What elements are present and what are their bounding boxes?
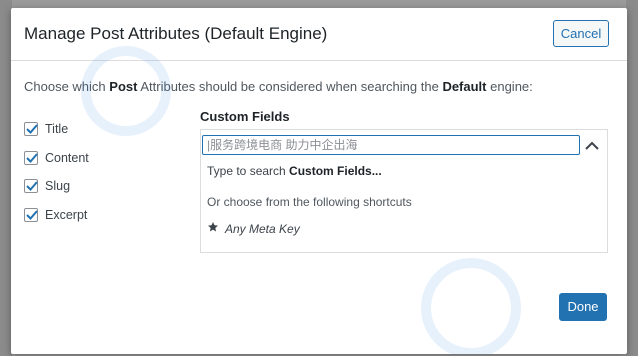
checkbox-excerpt[interactable] [24, 207, 38, 222]
intro-bold-default: Default [442, 79, 487, 94]
checkbox-slug[interactable] [24, 179, 38, 194]
modal-title: Manage Post Attributes (Default Engine) [24, 24, 328, 43]
custom-fields-label: Custom Fields [200, 109, 290, 124]
attribute-label: Title [45, 122, 69, 137]
custom-fields-search-input[interactable]: |服务跨境电商 助力中企出海 [202, 135, 580, 155]
hint-bold: Custom Fields... [289, 164, 382, 178]
intro-text: Choose which Post Attributes should be c… [24, 79, 533, 94]
attribute-label: Slug [45, 179, 71, 194]
shortcut-any-meta-key[interactable]: Any Meta Key [207, 221, 300, 236]
attribute-excerpt[interactable]: Excerpt [24, 201, 89, 230]
checkbox-content[interactable] [24, 150, 38, 165]
backdrop-right [626, 0, 638, 356]
attribute-content[interactable]: Content [24, 144, 89, 173]
attribute-slug[interactable]: Slug [24, 172, 89, 201]
attribute-label: Excerpt [45, 207, 88, 222]
manage-attributes-modal: Manage Post Attributes (Default Engine) … [11, 8, 627, 354]
attribute-title[interactable]: Title [24, 115, 89, 144]
modal-header: Manage Post Attributes (Default Engine) … [11, 8, 627, 61]
shortcut-label: Any Meta Key [225, 221, 300, 236]
checkbox-title[interactable] [24, 122, 38, 137]
intro-suffix: engine: [486, 79, 533, 94]
done-button[interactable]: Done [559, 293, 607, 321]
hint-prefix: Type to search [207, 164, 290, 178]
intro-prefix: Choose which [24, 79, 110, 94]
attribute-label: Content [45, 150, 89, 165]
watermark-logo [421, 258, 521, 354]
custom-fields-hint: Type to search Custom Fields... [207, 164, 382, 178]
custom-fields-dropdown: |服务跨境电商 助力中企出海 Type to search Custom Fie… [200, 129, 608, 253]
star-icon [207, 221, 219, 236]
intro-bold-post: Post [109, 79, 138, 94]
shortcut-note: Or choose from the following shortcuts [207, 195, 412, 209]
intro-middle: Attributes should be considered when sea… [137, 79, 443, 94]
chevron-up-icon[interactable] [585, 138, 599, 156]
cancel-button[interactable]: Cancel [553, 20, 609, 47]
attribute-checkbox-list: Title Content Slug Excerpt [24, 115, 89, 229]
